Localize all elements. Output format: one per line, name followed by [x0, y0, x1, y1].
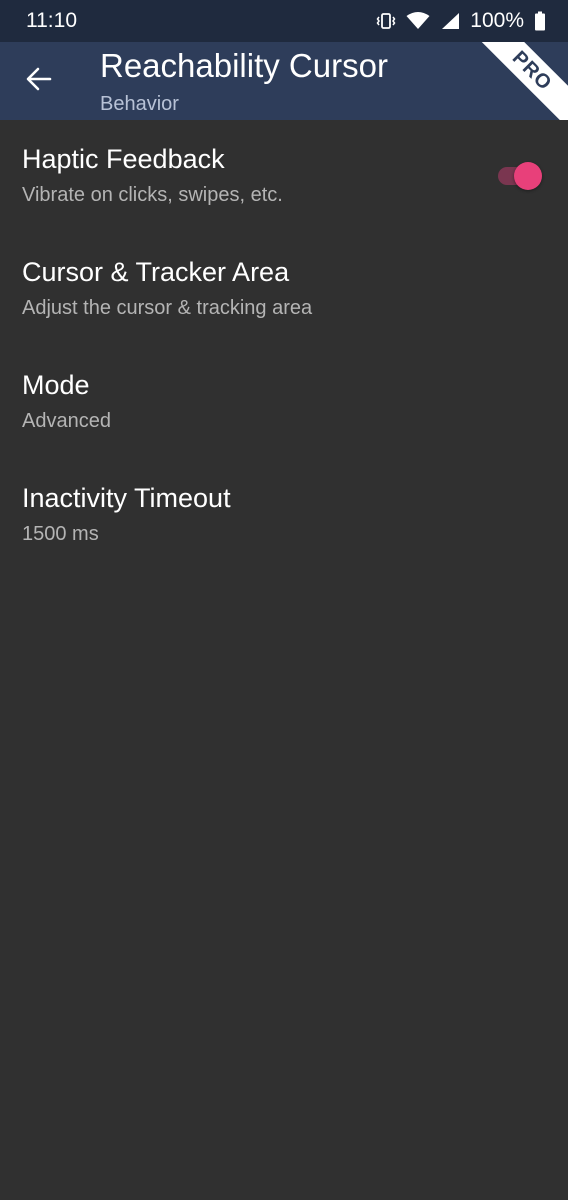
vibrate-icon	[376, 11, 396, 31]
signal-icon	[440, 11, 460, 31]
back-button[interactable]	[20, 62, 58, 100]
toggle-thumb	[514, 162, 542, 190]
setting-inactivity-timeout[interactable]: Inactivity Timeout 1500 ms	[0, 459, 568, 572]
status-time: 11:10	[26, 9, 77, 32]
haptic-feedback-toggle[interactable]	[498, 161, 542, 190]
setting-haptic-feedback[interactable]: Haptic Feedback Vibrate on clicks, swipe…	[0, 120, 568, 233]
battery-percent: 100%	[470, 9, 524, 32]
setting-title: Inactivity Timeout	[22, 483, 231, 513]
wifi-icon	[406, 11, 430, 31]
settings-list: Haptic Feedback Vibrate on clicks, swipe…	[0, 120, 568, 572]
setting-summary: Advanced	[22, 410, 111, 432]
setting-summary: 1500 ms	[22, 523, 99, 545]
setting-title: Cursor & Tracker Area	[22, 257, 290, 287]
setting-summary: Adjust the cursor & tracking area	[22, 297, 313, 319]
page-subtitle: Behavior	[100, 93, 179, 115]
pro-badge: PRO	[471, 42, 568, 120]
setting-summary: Vibrate on clicks, swipes, etc.	[22, 184, 283, 206]
battery-icon	[534, 11, 546, 31]
setting-title: Mode	[22, 370, 90, 400]
setting-mode[interactable]: Mode Advanced	[0, 346, 568, 459]
app-bar: Reachability Cursor Behavior PRO	[0, 42, 568, 120]
setting-title: Haptic Feedback	[22, 144, 225, 174]
status-bar: 11:10 100%	[0, 0, 568, 42]
arrow-left-icon	[26, 66, 52, 97]
status-icons: 100%	[376, 9, 546, 33]
pro-badge-label: PRO	[508, 46, 557, 95]
setting-cursor-tracker-area[interactable]: Cursor & Tracker Area Adjust the cursor …	[0, 233, 568, 346]
page-title: Reachability Cursor	[100, 47, 388, 84]
